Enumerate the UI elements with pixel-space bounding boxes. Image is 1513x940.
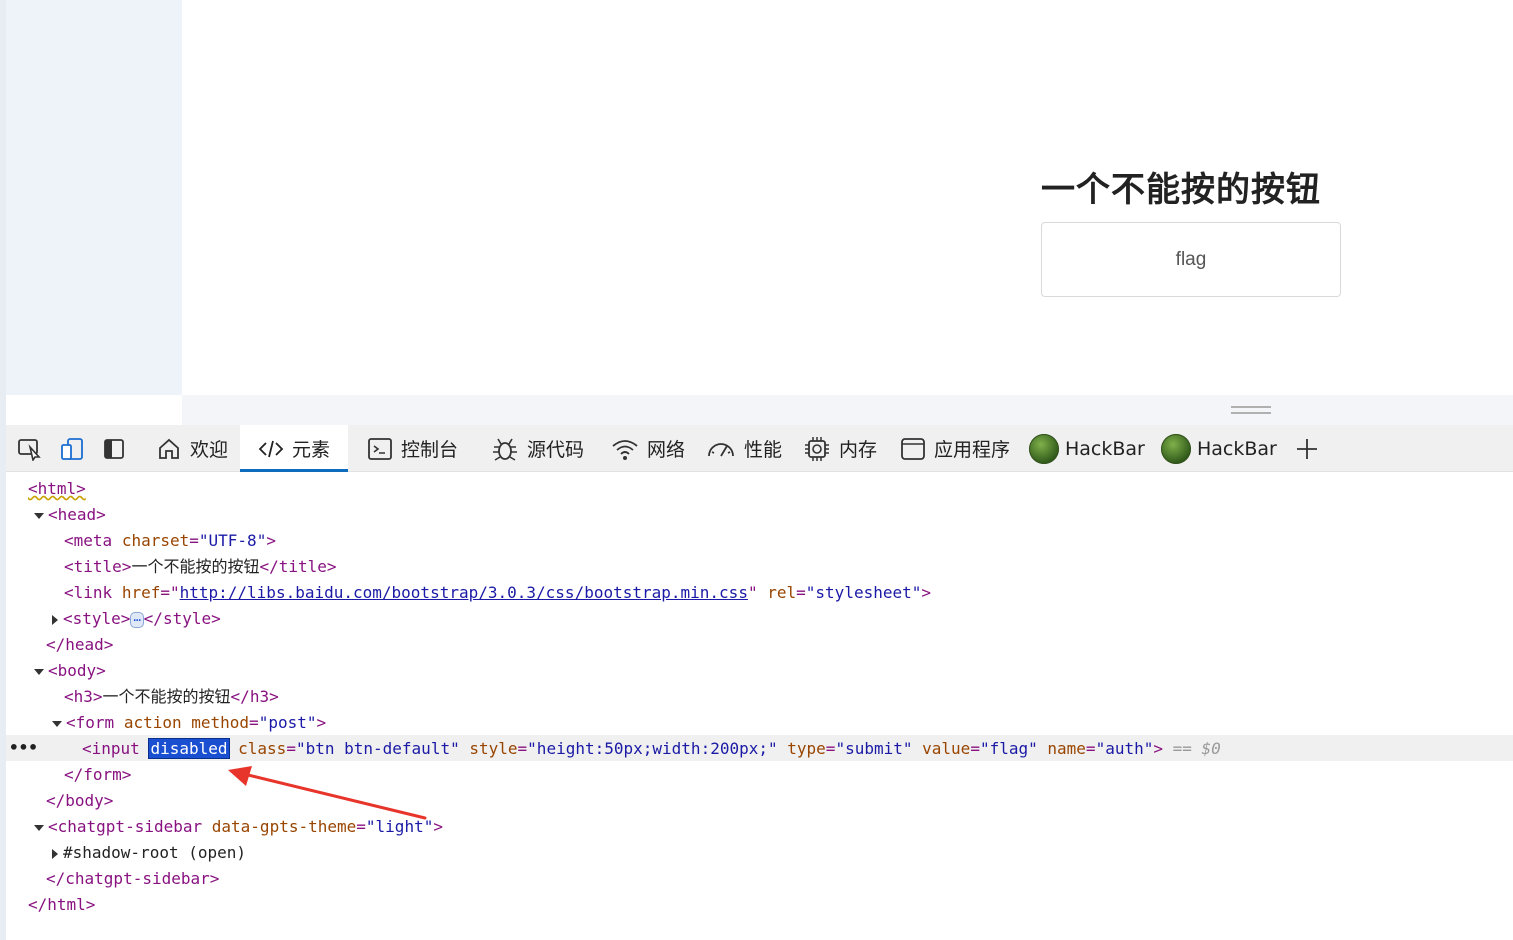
annotation-arrow-icon [228, 766, 427, 820]
